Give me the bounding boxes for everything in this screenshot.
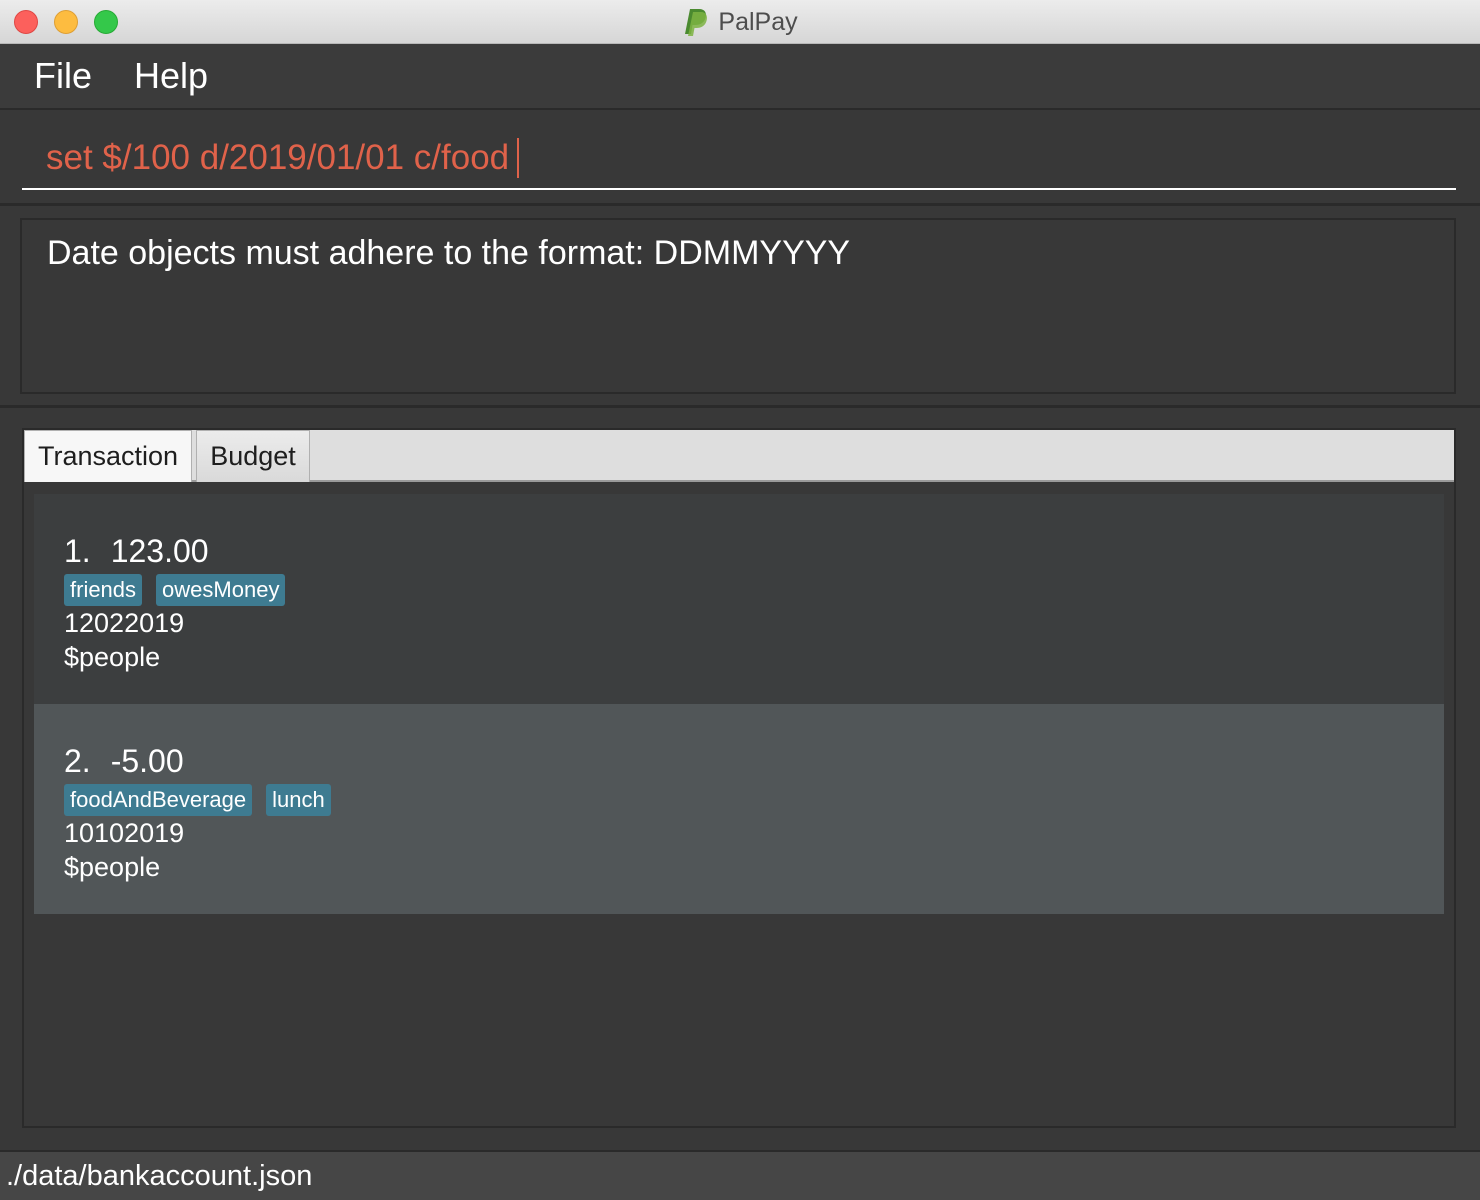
transaction-date: 12022019 (64, 608, 185, 638)
tag-label: friends (64, 574, 143, 606)
paypal-logo-icon (685, 9, 708, 36)
tab-header: Transaction Budget (24, 430, 1454, 482)
transaction-date: 10102019 (64, 818, 185, 848)
result-message: Date objects must adhere to the format: … (47, 234, 851, 272)
window-title: PalPay (718, 7, 798, 36)
transaction-amount: 123.00 (110, 533, 209, 569)
transaction-amount: -5.00 (110, 743, 184, 779)
app-window: PalPay File Help set $/100 d/2019/01/01 … (0, 0, 1480, 1200)
menu-help[interactable]: Help (134, 55, 208, 97)
transaction-card[interactable]: 1. 123.00 friends owesMoney 12022019 $pe… (34, 494, 1444, 704)
title-bar: PalPay (0, 0, 1480, 44)
status-bar: ./data/bankaccount.json (0, 1150, 1480, 1200)
transaction-index: 1. (64, 533, 91, 569)
tag-list: foodAndBeverage lunch (64, 784, 1444, 816)
minimize-window-button[interactable] (54, 10, 78, 34)
text-caret (517, 138, 520, 178)
tab-budget[interactable]: Budget (196, 430, 310, 482)
result-display-section: Date objects must adhere to the format: … (0, 206, 1480, 408)
tag-label: foodAndBeverage (64, 784, 253, 816)
tag-list: friends owesMoney (64, 574, 1444, 606)
result-display: Date objects must adhere to the format: … (20, 218, 1456, 394)
save-file-path: ./data/bankaccount.json (6, 1159, 313, 1192)
menu-file[interactable]: File (34, 55, 92, 97)
transaction-list: 1. 123.00 friends owesMoney 12022019 $pe… (34, 494, 1444, 914)
command-input[interactable]: set $/100 d/2019/01/01 c/food (22, 128, 1456, 190)
tab-pane: Transaction Budget 1. 123.00 friends owe… (22, 428, 1456, 1128)
zoom-window-button[interactable] (94, 10, 118, 34)
command-box-section: set $/100 d/2019/01/01 c/food (0, 110, 1480, 206)
menu-bar: File Help (0, 44, 1480, 110)
transaction-card[interactable]: 2. -5.00 foodAndBeverage lunch 10102019 … (34, 704, 1444, 914)
transaction-person: $people (64, 642, 161, 672)
command-text: set $/100 d/2019/01/01 c/food (46, 138, 510, 177)
tab-transaction[interactable]: Transaction (24, 430, 192, 482)
close-window-button[interactable] (14, 10, 38, 34)
transaction-index: 2. (64, 743, 91, 779)
tag-label: lunch (266, 784, 331, 816)
transaction-person: $people (64, 852, 161, 882)
tag-label: owesMoney (156, 574, 286, 606)
